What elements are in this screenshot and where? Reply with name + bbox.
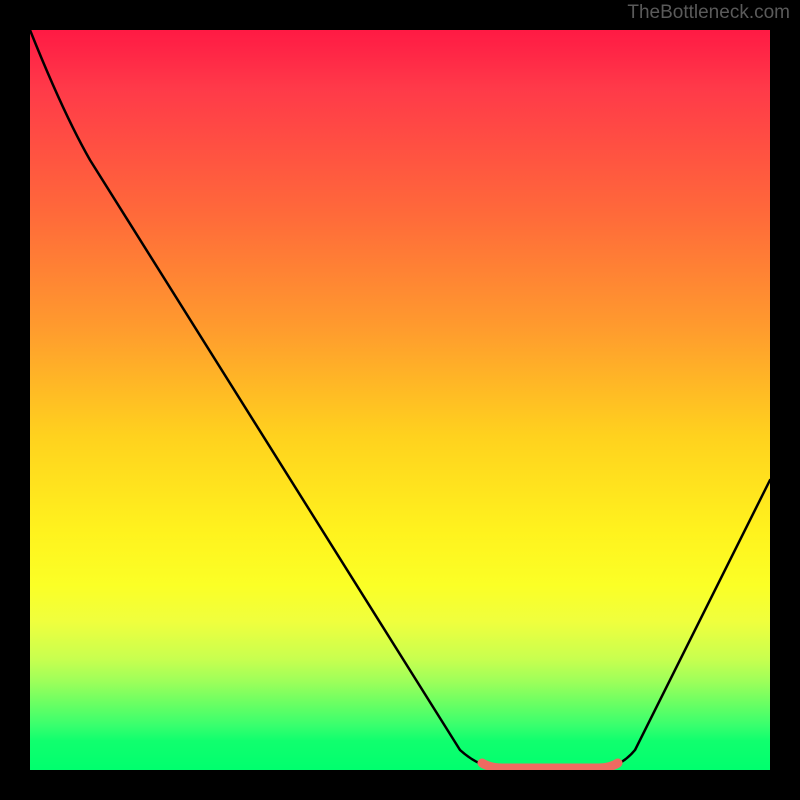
watermark-text: TheBottleneck.com [627,2,790,24]
minimum-highlight [482,763,618,768]
curve-svg [30,30,770,770]
plot-area [30,30,770,770]
chart-container: TheBottleneck.com [0,0,800,800]
bottleneck-curve [30,30,770,768]
